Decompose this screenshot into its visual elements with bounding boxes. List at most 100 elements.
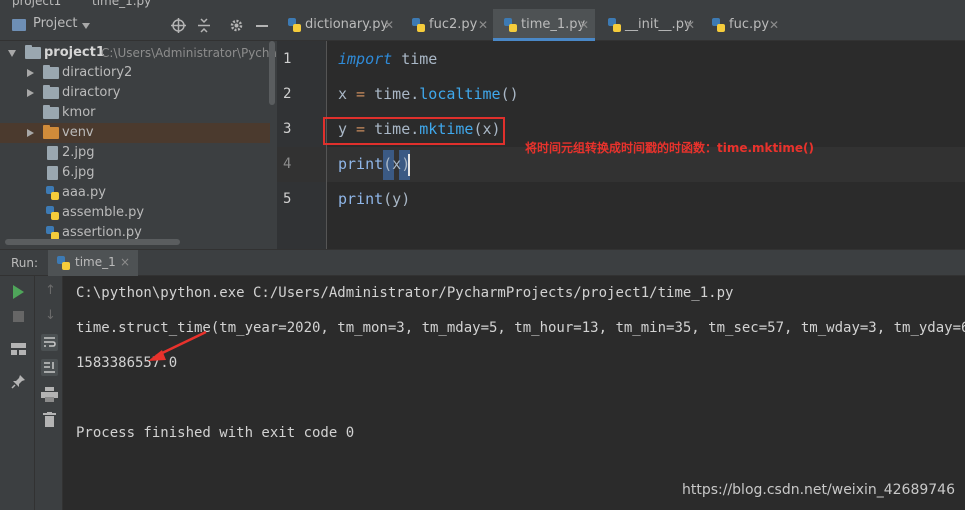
expand-arrow-icon[interactable] xyxy=(27,89,34,97)
code-line-5[interactable]: print(y) xyxy=(338,190,410,208)
line-number: 1 xyxy=(283,51,292,67)
folder-icon xyxy=(25,45,41,59)
tree-item-label: assemble.py xyxy=(62,205,145,220)
tab-run-time-1[interactable]: time_1 × xyxy=(48,250,138,276)
tree-item-label: diractiory2 xyxy=(62,65,133,80)
breadcrumb-file[interactable]: time_1.py xyxy=(92,0,151,8)
line-number-gutter xyxy=(277,41,327,249)
tab-init-py[interactable]: __init__.py ✕ xyxy=(597,9,701,41)
annotation-text: 将时间元组转换成时间戳的时函数：time.mktime() xyxy=(525,141,814,155)
close-icon[interactable]: ✕ xyxy=(685,9,695,41)
layout-icon[interactable] xyxy=(11,343,26,355)
close-icon[interactable]: ✕ xyxy=(769,9,779,41)
tab-fuc2-py[interactable]: fuc2.py ✕ xyxy=(401,9,493,41)
tree-item-label: venv xyxy=(62,125,94,140)
locate-target-icon[interactable] xyxy=(171,18,186,33)
minimize-icon[interactable] xyxy=(256,25,268,27)
code-line-1[interactable]: import time xyxy=(338,50,437,68)
tab-label: time_1.py xyxy=(521,17,586,32)
code-line-2[interactable]: x = time.localtime() xyxy=(338,85,519,103)
line-number: 5 xyxy=(283,191,292,207)
code-line-4[interactable]: print(x) xyxy=(338,155,410,173)
trash-icon[interactable] xyxy=(43,412,56,427)
breadcrumb: project1 time_1.py xyxy=(0,0,965,9)
tree-item-2-jpg[interactable]: 2.jpg xyxy=(0,143,270,163)
close-icon[interactable]: ✕ xyxy=(579,9,589,41)
soft-wrap-icon[interactable] xyxy=(41,334,58,351)
tree-horizontal-scrollbar[interactable] xyxy=(5,239,180,245)
code-token: = xyxy=(347,85,375,103)
code-token: x xyxy=(338,85,348,103)
expand-arrow-icon[interactable] xyxy=(8,50,16,57)
line-number: 2 xyxy=(283,86,292,102)
python-file-icon xyxy=(607,18,621,32)
tree-item-assemble-py[interactable]: assemble.py xyxy=(0,203,270,223)
rerun-icon[interactable] xyxy=(13,285,24,299)
tree-item-diractiory2[interactable]: diractiory2 xyxy=(0,63,270,83)
code-token: (y) xyxy=(383,190,411,208)
tab-label: dictionary.py xyxy=(305,17,389,32)
python-file-icon xyxy=(45,206,59,220)
code-token: time xyxy=(374,85,411,103)
breadcrumb-project[interactable]: project1 xyxy=(12,0,61,8)
chevron-down-icon[interactable] xyxy=(82,23,90,29)
console-output[interactable] xyxy=(63,276,965,510)
tab-dictionary-py[interactable]: dictionary.py ✕ xyxy=(277,9,399,41)
tab-label: fuc.py xyxy=(729,17,770,32)
tree-item-label: aaa.py xyxy=(62,185,106,200)
tree-item-label: 2.jpg xyxy=(62,145,95,160)
tree-item-venv[interactable]: venv xyxy=(0,123,270,143)
stop-icon[interactable] xyxy=(13,311,24,322)
run-panel-header: Run: time_1 × xyxy=(0,249,965,276)
tab-time-1-py[interactable]: time_1.py ✕ xyxy=(493,9,595,41)
python-file-icon xyxy=(411,18,425,32)
editor-tabs: dictionary.py ✕ fuc2.py ✕ time_1.py ✕ __… xyxy=(277,9,965,41)
gear-icon[interactable] xyxy=(229,18,244,33)
tree-item-project1[interactable]: project1 C:\Users\Administrator\Pycharm xyxy=(0,43,277,63)
tree-item-6-jpg[interactable]: 6.jpg xyxy=(0,163,270,183)
tree-vertical-scrollbar[interactable] xyxy=(269,41,275,105)
folder-icon xyxy=(43,85,59,99)
tree-item-kmor[interactable]: kmor xyxy=(0,103,270,123)
pin-icon[interactable] xyxy=(11,374,26,389)
tree-item-label: project1 xyxy=(44,45,105,60)
image-file-icon xyxy=(47,166,58,180)
code-token: localtime xyxy=(419,85,501,103)
run-label: Run: xyxy=(11,256,39,270)
tree-item-label: kmor xyxy=(62,105,96,120)
python-file-icon xyxy=(45,186,59,200)
tab-label: __init__.py xyxy=(625,17,692,32)
line-number: 4 xyxy=(283,156,292,172)
tree-item-diractory[interactable]: diractory xyxy=(0,83,270,103)
tree-item-aaa-py[interactable]: aaa.py xyxy=(0,183,270,203)
gutter-divider xyxy=(326,41,327,249)
python-file-icon xyxy=(711,18,725,32)
close-icon[interactable]: ✕ xyxy=(478,9,488,41)
arrow-down-icon[interactable]: ↓ xyxy=(45,308,56,323)
code-token: print xyxy=(338,155,384,173)
arrow-up-icon[interactable]: ↑ xyxy=(45,283,56,298)
print-icon[interactable] xyxy=(41,387,58,402)
scroll-to-end-icon[interactable] xyxy=(41,359,58,376)
close-icon[interactable]: × xyxy=(120,255,130,269)
console-line: C:\python\python.exe C:/Users/Administra… xyxy=(76,285,734,301)
line-number: 3 xyxy=(283,121,292,137)
folder-icon xyxy=(43,65,59,79)
expand-arrow-icon[interactable] xyxy=(27,69,34,77)
close-icon[interactable]: ✕ xyxy=(384,9,394,41)
tab-fuc-py[interactable]: fuc.py ✕ xyxy=(701,9,785,41)
collapse-all-icon[interactable] xyxy=(197,18,211,33)
run-toolbar xyxy=(0,276,34,510)
folder-icon xyxy=(43,105,59,119)
project-panel-title[interactable]: Project xyxy=(33,16,77,31)
text-caret xyxy=(408,154,410,176)
tree-item-path: C:\Users\Administrator\Pycharm xyxy=(101,46,277,60)
code-token: import xyxy=(338,50,393,68)
project-tree: project1 C:\Users\Administrator\Pycharm … xyxy=(0,41,277,249)
annotation-arrow-icon xyxy=(148,330,207,361)
expand-arrow-icon[interactable] xyxy=(27,129,34,137)
tree-item-label: 6.jpg xyxy=(62,165,95,180)
folder-icon xyxy=(43,125,59,139)
console-toolbar: ↑ ↓ xyxy=(34,276,63,510)
watermark: https://blog.csdn.net/weixin_42689746 xyxy=(681,482,955,498)
